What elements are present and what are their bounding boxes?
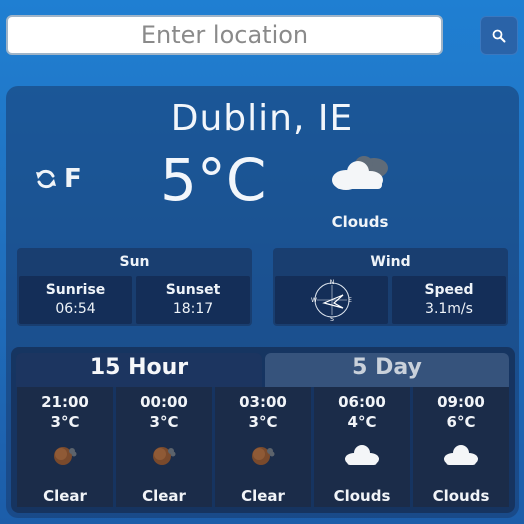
moon-icon xyxy=(54,447,77,465)
moon-icon xyxy=(252,447,275,465)
wind-speed-label: Speed xyxy=(424,282,474,298)
moon-icon xyxy=(153,447,176,465)
compass-s: S xyxy=(330,316,334,322)
forecast-time: 03:00 xyxy=(239,393,287,411)
forecast-temp: 4°C xyxy=(347,413,377,431)
forecast-condition: Clear xyxy=(142,487,186,505)
wind-speed-value: 3.1m/s xyxy=(425,301,473,317)
cloud-icon xyxy=(444,445,478,465)
forecast-temp: 3°C xyxy=(149,413,179,431)
forecast-condition: Clear xyxy=(43,487,87,505)
unit-toggle-label: F xyxy=(64,164,82,194)
sunrise-time: 06:54 xyxy=(55,301,96,317)
forecast-time: 06:00 xyxy=(338,393,386,411)
forecast-condition: Clouds xyxy=(333,487,391,505)
forecast-temp: 6°C xyxy=(446,413,476,431)
sunrise-label: Sunrise xyxy=(45,282,106,298)
forecast-hour-item: 06:00 4°C Clouds xyxy=(314,387,410,507)
unit-toggle-button[interactable]: F xyxy=(34,164,82,194)
forecast-condition: Clear xyxy=(241,487,285,505)
forecast-time: 00:00 xyxy=(140,393,188,411)
compass-e: E xyxy=(348,297,352,304)
wind-speed-box: Speed 3.1m/s xyxy=(392,276,506,324)
sunset-label: Sunset xyxy=(165,282,221,298)
tab-15-hour[interactable]: 15 Hour xyxy=(16,353,262,387)
sun-panel-title: Sun xyxy=(119,254,150,270)
forecast-time: 09:00 xyxy=(437,393,485,411)
forecast-temp: 3°C xyxy=(50,413,80,431)
search-icon xyxy=(492,29,506,42)
forecast-hour-item: 09:00 6°C Clouds xyxy=(413,387,509,507)
current-temperature: 5°C xyxy=(160,146,267,214)
wind-panel-title: Wind xyxy=(370,254,411,270)
forecast-hour-item: 00:00 3°C Clear xyxy=(116,387,212,507)
sunrise-box: Sunrise 06:54 xyxy=(19,276,132,324)
wind-direction-box: N E S W xyxy=(275,276,388,324)
forecast-hour-item: 21:00 3°C Clear xyxy=(17,387,113,507)
search-input[interactable] xyxy=(6,15,443,55)
sun-panel: Sun Sunrise 06:54 Sunset 18:17 xyxy=(17,248,252,326)
forecast-time: 21:00 xyxy=(41,393,89,411)
forecast-condition: Clouds xyxy=(432,487,490,505)
cloud-icon xyxy=(332,156,388,190)
forecast-temp: 3°C xyxy=(248,413,278,431)
compass-n: N xyxy=(329,279,334,286)
sunset-box: Sunset 18:17 xyxy=(136,276,250,324)
sunset-time: 18:17 xyxy=(172,301,214,317)
city-name: Dublin, IE xyxy=(170,98,354,139)
cloud-icon xyxy=(345,445,379,465)
compass-icon: N E S W xyxy=(311,279,352,323)
search-button[interactable] xyxy=(480,16,518,55)
forecast-hour-item: 03:00 3°C Clear xyxy=(215,387,311,507)
wind-panel: Wind N E S W Speed 3.1m/s xyxy=(273,248,508,326)
refresh-icon xyxy=(36,169,56,189)
current-condition: Clouds xyxy=(331,213,389,231)
compass-w: W xyxy=(311,297,317,304)
tab-5-day[interactable]: 5 Day xyxy=(265,353,509,387)
